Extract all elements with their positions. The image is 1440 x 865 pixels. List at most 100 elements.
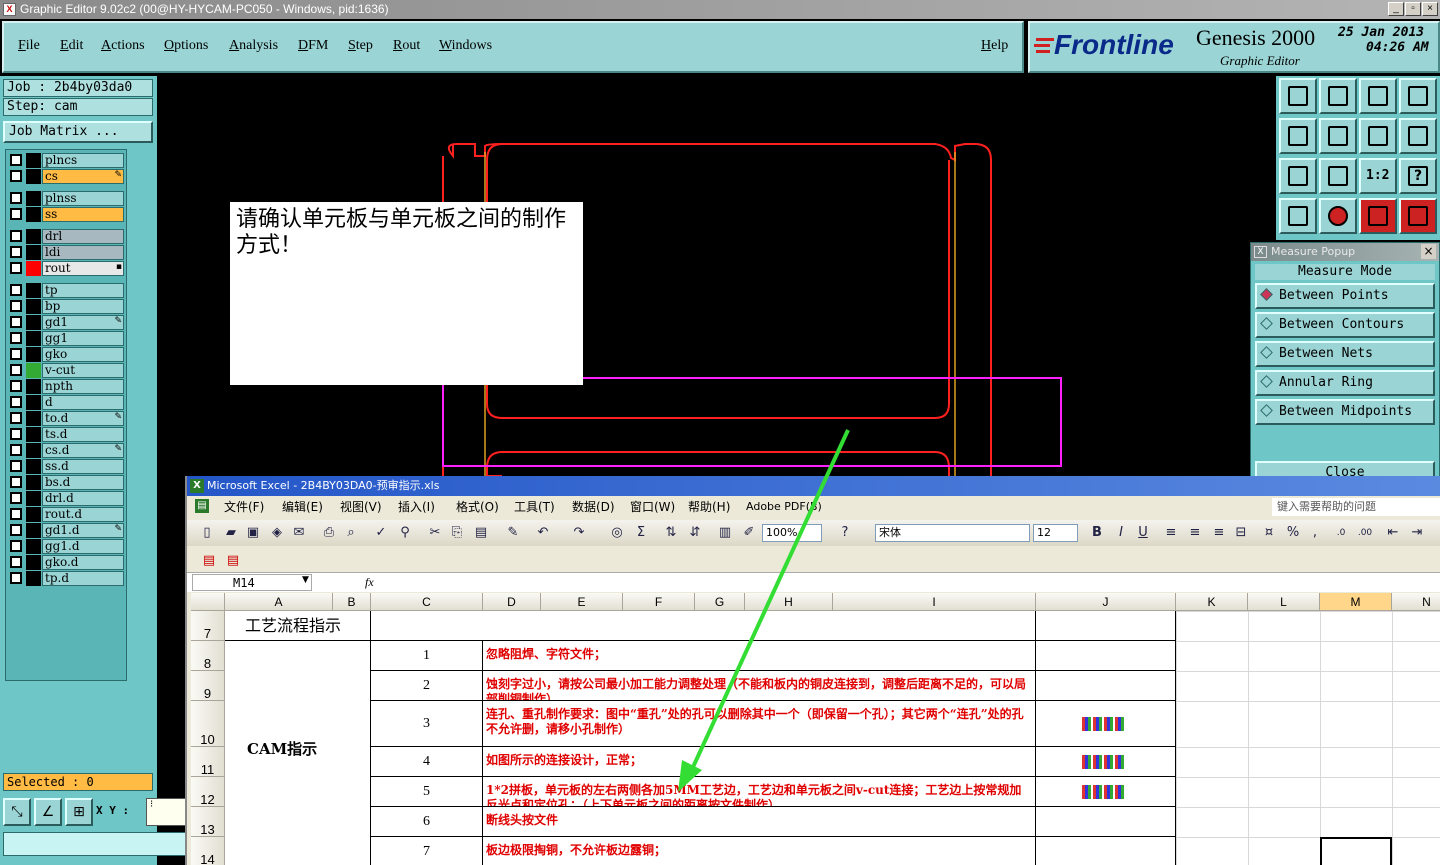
layer-checkbox[interactable] [10,208,22,220]
layer-checkbox[interactable] [10,300,22,312]
column-header-M[interactable]: M [1320,593,1392,611]
layer-row-npth[interactable]: npth [7,379,125,394]
menu-windows[interactable]: Windows [439,38,492,54]
layer-row-gko[interactable]: gko [7,347,125,362]
group-label-cell[interactable]: CAM指示 [225,641,371,865]
align-right-icon[interactable]: ≡ [1211,525,1227,541]
net-highlight-icon[interactable] [1359,198,1397,234]
close-window-button[interactable]: × [1422,2,1438,16]
snap-icon[interactable] [1319,198,1357,234]
image-cell[interactable] [1036,611,1176,641]
layer-row-drl[interactable]: drl [7,229,125,244]
layer-row-to.d[interactable]: to.d ✎ [7,411,125,426]
row-header-14[interactable]: 14 [191,837,225,865]
decrease-decimal-icon[interactable]: .00 [1357,525,1373,541]
embedded-image-thumbnail[interactable] [1082,755,1126,769]
layer-row-v-cut[interactable]: v-cut [7,363,125,378]
layer-color-swatch[interactable] [26,491,41,506]
row-header-13[interactable]: 13 [191,807,225,837]
format-painter-icon[interactable]: ✎ [505,525,521,541]
layer-name[interactable]: plnss [42,191,124,206]
menu-step[interactable]: Step [348,38,373,54]
cut-icon[interactable]: ✂ [427,525,443,541]
layer-color-swatch[interactable] [26,283,41,298]
increase-indent-icon[interactable]: ⇥ [1409,525,1425,541]
column-header-L[interactable]: L [1248,593,1320,611]
layer-row-drl.d[interactable]: drl.d [7,491,125,506]
item-number-cell[interactable]: 1 [371,641,483,671]
layer-name[interactable]: ts.d [42,427,124,442]
layer-color-swatch[interactable] [26,411,41,426]
font-size-select[interactable]: 12 [1033,524,1078,542]
layer-name[interactable]: plncs [42,153,124,168]
layer-name[interactable]: npth [42,379,124,394]
layer-row-gg1.d[interactable]: gg1.d [7,539,125,554]
xmenu-insert[interactable]: 插入(I) [398,496,435,518]
zoom-fit-icon[interactable] [1279,158,1317,194]
layer-name[interactable]: drl [42,229,124,244]
print-preview-icon[interactable]: ⌕ [343,525,359,541]
layer-row-cs.d[interactable]: cs.d ✎ [7,443,125,458]
layer-color-swatch[interactable] [26,299,41,314]
layer-row-ts.d[interactable]: ts.d [7,427,125,442]
zoom-center-icon[interactable] [1319,158,1357,194]
job-matrix-button[interactable]: Job Matrix ... [3,121,153,143]
email-icon[interactable]: ✉ [291,525,307,541]
layer-name[interactable]: ss [42,207,124,222]
layer-name[interactable]: gg1.d [42,539,124,554]
xmenu-format[interactable]: 格式(O) [456,496,499,518]
layer-color-swatch[interactable] [26,507,41,522]
fx-icon[interactable]: fx [365,575,374,590]
layer-name[interactable]: gd1 [42,315,124,330]
xmenu-data[interactable]: 数据(D) [572,496,615,518]
menu-actions[interactable]: Actions [101,38,145,54]
row-header-8[interactable]: 8 [191,641,225,671]
comma-icon[interactable]: , [1307,525,1323,541]
workbook-icon[interactable]: ▤ [195,499,209,513]
layer-checkbox[interactable] [10,492,22,504]
layer-checkbox[interactable] [10,332,22,344]
layer-name[interactable]: to.d [42,411,124,426]
zoom-extent-icon[interactable]: ⤡ [3,798,31,826]
name-box-dropdown-icon[interactable]: ▼ [302,575,309,585]
column-header-E[interactable]: E [541,593,623,611]
merge-center-icon[interactable]: ⊟ [1233,525,1249,541]
menu-analysis[interactable]: Analysis [229,38,278,54]
measure-angle-icon[interactable]: ∠ [34,798,62,826]
layer-name[interactable]: d [42,395,124,410]
layer-name[interactable]: tp [42,283,124,298]
layer-row-plnss[interactable]: plnss [7,191,125,206]
layer-color-swatch[interactable] [26,207,41,222]
autosum-icon[interactable]: Σ [633,525,649,541]
layer-color-swatch[interactable] [26,539,41,554]
pdf-convert-icon[interactable]: ▤ [201,553,217,569]
measure-option-between-nets[interactable]: Between Nets [1255,341,1435,367]
snap-grid-icon[interactable]: ⊞ [65,798,93,826]
column-header-K[interactable]: K [1176,593,1248,611]
layer-name[interactable]: tp.d [42,571,124,586]
layer-color-swatch[interactable] [26,459,41,474]
layer-row-gd1[interactable]: gd1 ✎ [7,315,125,330]
row-header-10[interactable]: 10 [191,701,225,747]
image-cell[interactable] [1036,807,1176,837]
item-number-cell[interactable]: 6 [371,807,483,837]
menu-help[interactable]: Help [981,38,1008,54]
layer-checkbox[interactable] [10,192,22,204]
increase-decimal-icon[interactable]: .0 [1333,525,1349,541]
open-icon[interactable]: ▰ [223,525,239,541]
image-cell[interactable] [1036,837,1176,865]
command-line-input[interactable] [3,832,188,856]
layer-name[interactable]: v-cut [42,363,124,378]
bold-icon[interactable]: B [1089,525,1105,541]
layer-name[interactable]: rout [42,261,124,276]
decrease-indent-icon[interactable]: ⇤ [1385,525,1401,541]
layer-name[interactable]: gd1.d [42,523,124,538]
undo-icon[interactable]: ↶ [535,525,551,541]
item-number-cell[interactable]: 3 [371,701,483,747]
layer-color-swatch[interactable] [26,363,41,378]
layer-checkbox[interactable] [10,572,22,584]
layer-checkbox[interactable] [10,170,22,182]
layer-checkbox[interactable] [10,460,22,472]
mirror-icon[interactable] [1399,118,1437,154]
layer-color-swatch[interactable] [26,331,41,346]
